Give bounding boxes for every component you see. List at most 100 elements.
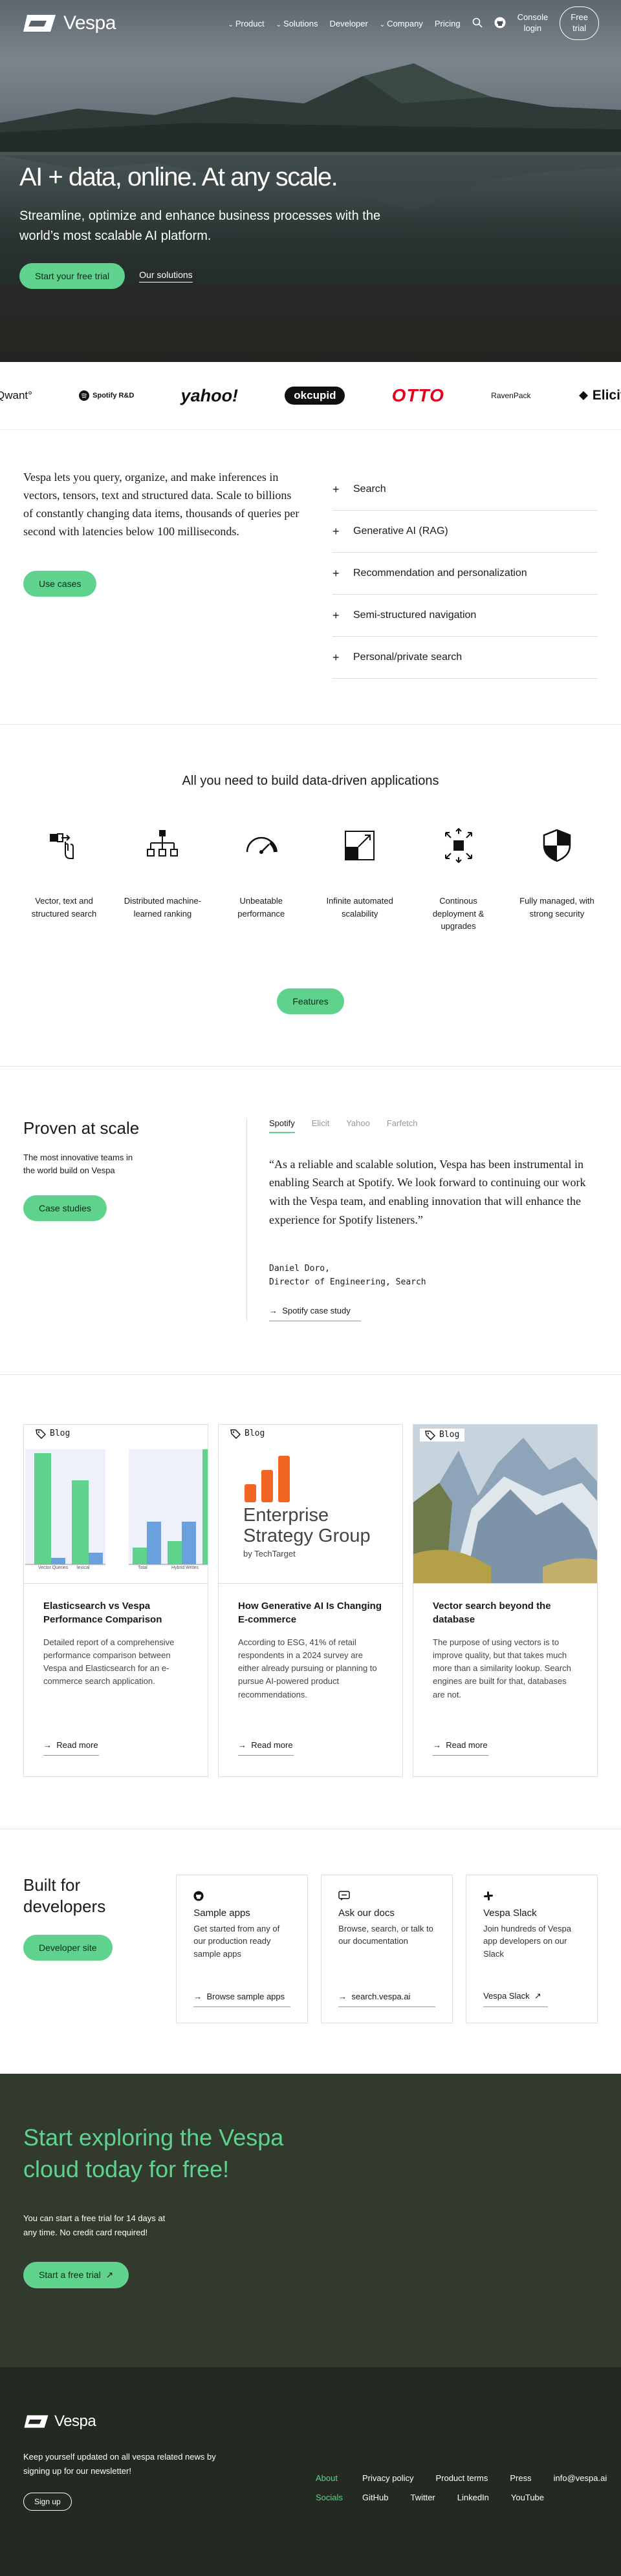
blog-card-image: Blog <box>413 1424 597 1584</box>
footer-about-heading: About <box>316 2473 338 2483</box>
logo-elicit-label: Elicit <box>592 388 621 403</box>
feature-label: Infinite automated scalability <box>326 896 393 919</box>
search-icon[interactable] <box>472 17 483 30</box>
blog-card[interactable]: Blog Vector Queries lexical Total Hybrid… <box>23 1423 208 1777</box>
chart-label: Total <box>138 1565 147 1570</box>
blog-tag: Blog <box>36 1429 70 1439</box>
proven-left: Proven at scale The most innovative team… <box>23 1118 246 1321</box>
nav-pricing[interactable]: Pricing <box>435 19 461 28</box>
esg-logo-bars <box>245 1455 290 1502</box>
nav-company[interactable]: ⌄ Company <box>380 19 423 28</box>
blog-card[interactable]: Blog Vector search beyond the database T… <box>413 1423 598 1777</box>
tab-farfetch[interactable]: Farfetch <box>387 1118 418 1133</box>
blog-card[interactable]: Blog Enterprise Strategy Group by TechTa… <box>218 1423 403 1777</box>
feature-item: Distributed machine-learned ranking <box>122 825 203 933</box>
tag-icon <box>425 1430 435 1440</box>
github-icon[interactable] <box>494 17 506 30</box>
use-case-label: Semi-structured navigation <box>353 610 477 621</box>
dev-card-text: Get started from any of our production r… <box>193 1923 280 1959</box>
product-terms-link[interactable]: Product terms <box>435 2473 488 2483</box>
feature-item: Fully managed, with strong security <box>516 825 598 933</box>
vespa-slack-link[interactable]: Vespa Slack ↗ <box>483 1990 549 2007</box>
our-solutions-link[interactable]: Our solutions <box>139 270 193 282</box>
use-case-item[interactable]: + Semi-structured navigation <box>332 595 598 637</box>
read-more-link[interactable]: → Read more <box>433 1740 488 1756</box>
features-button[interactable]: Features <box>277 988 344 1014</box>
tab-spotify[interactable]: Spotify <box>269 1118 295 1133</box>
tag-icon <box>230 1429 241 1439</box>
email-link[interactable]: info@vespa.ai <box>554 2473 607 2483</box>
logo-otto: OTTO <box>391 385 444 405</box>
footer-brand-name: Vespa <box>54 2412 96 2430</box>
free-trial-line2: trial <box>572 23 587 33</box>
press-link[interactable]: Press <box>510 2473 531 2483</box>
newsletter-signup-button[interactable]: Sign up <box>23 2492 72 2511</box>
start-free-trial-cta-button[interactable]: Start a free trial ↗ <box>23 2262 129 2289</box>
esg-logo-text: Enterprise Strategy Group by TechTarget <box>243 1505 371 1559</box>
use-case-item[interactable]: + Recommendation and personalization <box>332 553 598 595</box>
tab-yahoo[interactable]: Yahoo <box>346 1118 370 1133</box>
customer-logo-strip: Qwant° Spotify R&D yahoo! okcupid OTTO R… <box>0 362 621 430</box>
developers-left: Built for developers Developer site <box>23 1875 163 2023</box>
search-docs-link[interactable]: → search.vespa.ai <box>338 1992 436 2007</box>
github-link[interactable]: GitHub <box>362 2493 388 2502</box>
nav-links: ⌄ Product ⌄ Solutions Developer ⌄ Company P… <box>228 6 599 40</box>
nav-product-label: Product <box>235 18 265 28</box>
console-login-link[interactable]: Console login <box>518 12 549 34</box>
vector-search-icon <box>50 833 74 859</box>
blog-tag-label: Blog <box>50 1429 71 1439</box>
nav-solutions-label: Solutions <box>283 18 318 28</box>
case-studies-button[interactable]: Case studies <box>23 1195 107 1221</box>
plus-icon: + <box>332 524 340 538</box>
features-section: All you need to build data-driven applic… <box>0 725 621 1067</box>
vespa-logo[interactable]: Vespa <box>22 12 116 34</box>
nav-developer[interactable]: Developer <box>330 19 368 28</box>
logo-elicit: Elicit <box>578 388 621 403</box>
twitter-link[interactable]: Twitter <box>410 2493 435 2502</box>
youtube-link[interactable]: YouTube <box>511 2493 544 2502</box>
nav-solutions[interactable]: ⌄ Solutions <box>276 19 318 28</box>
start-free-trial-button[interactable]: Start your free trial <box>19 263 125 289</box>
linkedin-link[interactable]: LinkedIn <box>457 2493 489 2502</box>
use-case-item[interactable]: + Search <box>332 469 598 511</box>
developer-site-button[interactable]: Developer site <box>23 1935 113 1961</box>
dev-card-docs[interactable]: Ask our docs Browse, search, or talk to … <box>321 1874 453 2023</box>
arrow-right-icon: → <box>43 1740 52 1750</box>
testimonial-quote: “As a reliable and scalable solution, Ve… <box>269 1157 586 1226</box>
github-icon <box>193 1891 204 1901</box>
dev-card-slack[interactable]: Vespa Slack Join hundreds of Vespa app d… <box>466 1874 598 2023</box>
blog-title: Vector search beyond the database <box>433 1600 551 1626</box>
use-cases-button[interactable]: Use cases <box>23 570 97 597</box>
feature-label: Unbeatable performance <box>237 896 285 919</box>
use-case-item[interactable]: + Personal/private search <box>332 637 598 679</box>
logo-ravenpack: RavenPack <box>491 391 531 400</box>
blog-tag-label: Blog <box>245 1429 265 1439</box>
feature-item: Vector, text and structured search <box>23 825 105 933</box>
logo-spotify: Spotify R&D <box>79 390 134 401</box>
free-trial-button[interactable]: Free trial <box>560 6 599 40</box>
newsletter-text: Keep yourself updated on all vespa relat… <box>23 2451 216 2476</box>
spotify-case-study-link[interactable]: → Spotify case study <box>269 1306 361 1321</box>
logo-yahoo: yahoo! <box>180 385 239 405</box>
features-title: All you need to build data-driven applic… <box>182 774 439 788</box>
esg-line2: Strategy Group <box>243 1526 371 1547</box>
plus-icon: + <box>332 608 340 622</box>
nav-product[interactable]: ⌄ Product <box>228 19 264 28</box>
dev-card-sample-apps[interactable]: Sample apps Get started from any of our … <box>176 1874 309 2023</box>
chevron-down-icon: ⌄ <box>276 21 282 28</box>
read-more-link[interactable]: → Read more <box>238 1740 294 1756</box>
browse-sample-apps-link[interactable]: → Browse sample apps <box>193 1992 291 2007</box>
footer-logo[interactable]: Vespa <box>23 2412 598 2431</box>
feature-label: Vector, text and structured search <box>31 896 97 919</box>
hero-title: AI + data, online. At any scale. <box>19 163 338 191</box>
use-case-item[interactable]: + Generative AI (RAG) <box>332 511 598 553</box>
read-more-link[interactable]: → Read more <box>43 1740 99 1756</box>
blog-tag: Blog <box>230 1429 265 1439</box>
blog-card-image: Blog Vector Queries lexical Total Hybrid… <box>24 1424 208 1584</box>
free-trial-line1: Free <box>571 12 588 23</box>
tab-elicit[interactable]: Elicit <box>312 1118 329 1133</box>
dev-card-link-label: Vespa Slack <box>483 1990 530 2001</box>
blog-excerpt: The purpose of using vectors is to impro… <box>433 1637 571 1699</box>
privacy-policy-link[interactable]: Privacy policy <box>362 2473 413 2483</box>
feature-label: Distributed machine-learned ranking <box>124 896 201 919</box>
